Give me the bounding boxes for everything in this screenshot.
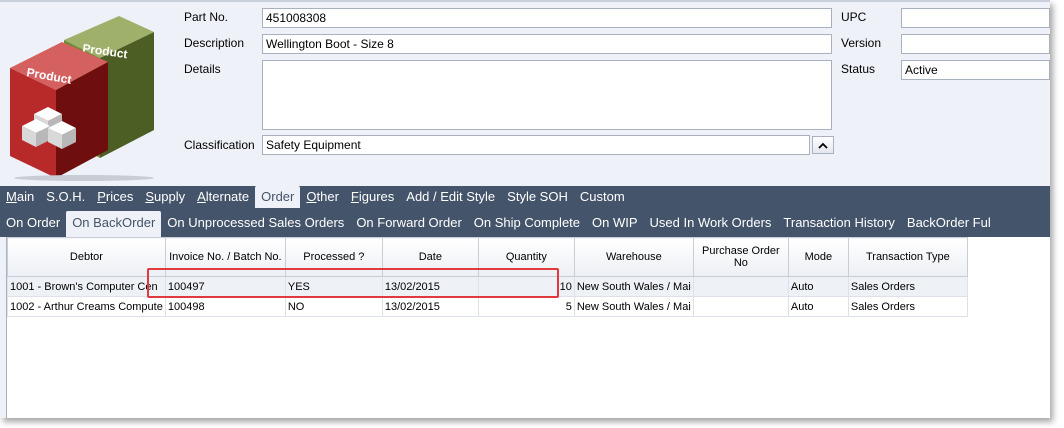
sub-tab-backorder-ful[interactable]: BackOrder Ful — [901, 211, 997, 235]
main-tab-prices[interactable]: Prices — [91, 186, 139, 208]
classification-up-button[interactable] — [812, 136, 834, 154]
column-header[interactable]: Purchase Order No — [692, 237, 789, 277]
column-header[interactable]: Debtor — [7, 237, 166, 277]
column-header[interactable]: Mode — [787, 237, 849, 277]
chevron-up-icon — [818, 142, 828, 149]
status-label: Status — [841, 62, 876, 76]
table-cell: 13/02/2015 — [381, 296, 479, 317]
main-tab-style-soh[interactable]: Style SOH — [501, 186, 574, 208]
table-cell: 13/02/2015 — [381, 276, 479, 297]
table-cell: 100498 — [164, 296, 286, 317]
main-tab-main[interactable]: Main — [0, 186, 40, 208]
main-tab-add-edit-style[interactable]: Add / Edit Style — [400, 186, 501, 208]
status-field[interactable]: Active — [901, 60, 1050, 80]
table-cell: YES — [284, 276, 383, 297]
main-tab-other[interactable]: Other — [300, 186, 345, 208]
part-no-field[interactable]: 451008308 — [262, 8, 832, 28]
column-header[interactable]: Transaction Type — [847, 237, 968, 277]
details-field[interactable] — [262, 60, 832, 130]
upc-label: UPC — [841, 10, 867, 24]
sub-tab-bar: On Order On BackOrder On Unprocessed Sales… — [0, 208, 1050, 237]
product-window: Product Product Part No. 451008308 Descr… — [0, 0, 1050, 418]
main-tab-s-o-h[interactable]: S.O.H. — [40, 186, 91, 208]
main-tab-alternate[interactable]: Alternate — [191, 186, 255, 208]
table-cell: 10 — [477, 276, 575, 297]
details-label: Details — [184, 62, 221, 76]
table-cell: 100497 — [164, 276, 286, 297]
main-tab-figures[interactable]: Figures — [345, 186, 400, 208]
column-header[interactable]: Quantity — [477, 237, 575, 277]
classification-field[interactable]: Safety Equipment — [262, 135, 810, 155]
table-cell: Sales Orders — [847, 296, 968, 317]
table-cell: 1002 - Arthur Creams Compute — [7, 296, 166, 317]
upc-field[interactable] — [901, 8, 1050, 28]
sub-tab-on-forward-order[interactable]: On Forward Order — [350, 211, 467, 235]
sub-tab-on-backorder[interactable]: On BackOrder — [66, 211, 162, 237]
table-cell: NO — [284, 296, 383, 317]
version-label: Version — [841, 36, 882, 50]
table-cell: Sales Orders — [847, 276, 968, 297]
main-tab-order[interactable]: Order — [255, 186, 301, 208]
column-header[interactable]: Processed ? — [284, 237, 383, 277]
main-tab-supply[interactable]: Supply — [139, 186, 191, 208]
part-no-label: Part No. — [184, 10, 229, 24]
main-tab-custom[interactable]: Custom — [574, 186, 631, 208]
table-cell: New South Wales / Mai — [573, 276, 694, 297]
table-cell — [692, 276, 789, 297]
product-box-image: Product Product — [10, 16, 154, 181]
backorder-grid: Debtor Invoice No. / Batch No. Processed ?… — [6, 237, 1050, 418]
table-cell: 1001 - Brown's Computer Cen — [7, 276, 166, 297]
table-cell: Auto — [787, 276, 849, 297]
sub-tab-on-unprocessed-sales-orders[interactable]: On Unprocessed Sales Orders — [161, 211, 350, 235]
sub-tab-on-order[interactable]: On Order — [0, 211, 66, 235]
description-label: Description — [184, 36, 245, 50]
sub-tab-used-in-work-orders[interactable]: Used In Work Orders — [644, 211, 778, 235]
sub-tab-on-ship-complete[interactable]: On Ship Complete — [468, 211, 586, 235]
sub-tab-on-wip[interactable]: On WIP — [586, 211, 644, 235]
product-header: Product Product Part No. 451008308 Descr… — [0, 2, 1050, 186]
classification-label: Classification — [184, 138, 255, 152]
sub-tab-transaction-history[interactable]: Transaction History — [777, 211, 901, 235]
column-header[interactable]: Invoice No. / Batch No. — [164, 237, 286, 277]
table-row[interactable]: 1001 - Brown's Computer Cen 100497 YES 13/0… — [7, 276, 968, 297]
column-header[interactable]: Warehouse — [573, 237, 694, 277]
table-cell: Auto — [787, 296, 849, 317]
table-cell: 5 — [477, 296, 575, 317]
table-cell: New South Wales / Mai — [573, 296, 694, 317]
table-cell — [692, 296, 789, 317]
column-header[interactable]: Date — [381, 237, 479, 277]
table-row[interactable]: 1002 - Arthur Creams Compute 100498 NO 13/0… — [7, 296, 968, 317]
description-field[interactable]: Wellington Boot - Size 8 — [262, 34, 832, 54]
version-field[interactable] — [901, 34, 1050, 54]
main-tab-bar: Main S.O.H. Prices Supply Alternate Order Othe… — [0, 186, 1050, 208]
backorder-table: Debtor Invoice No. / Batch No. Processed ?… — [7, 237, 968, 317]
